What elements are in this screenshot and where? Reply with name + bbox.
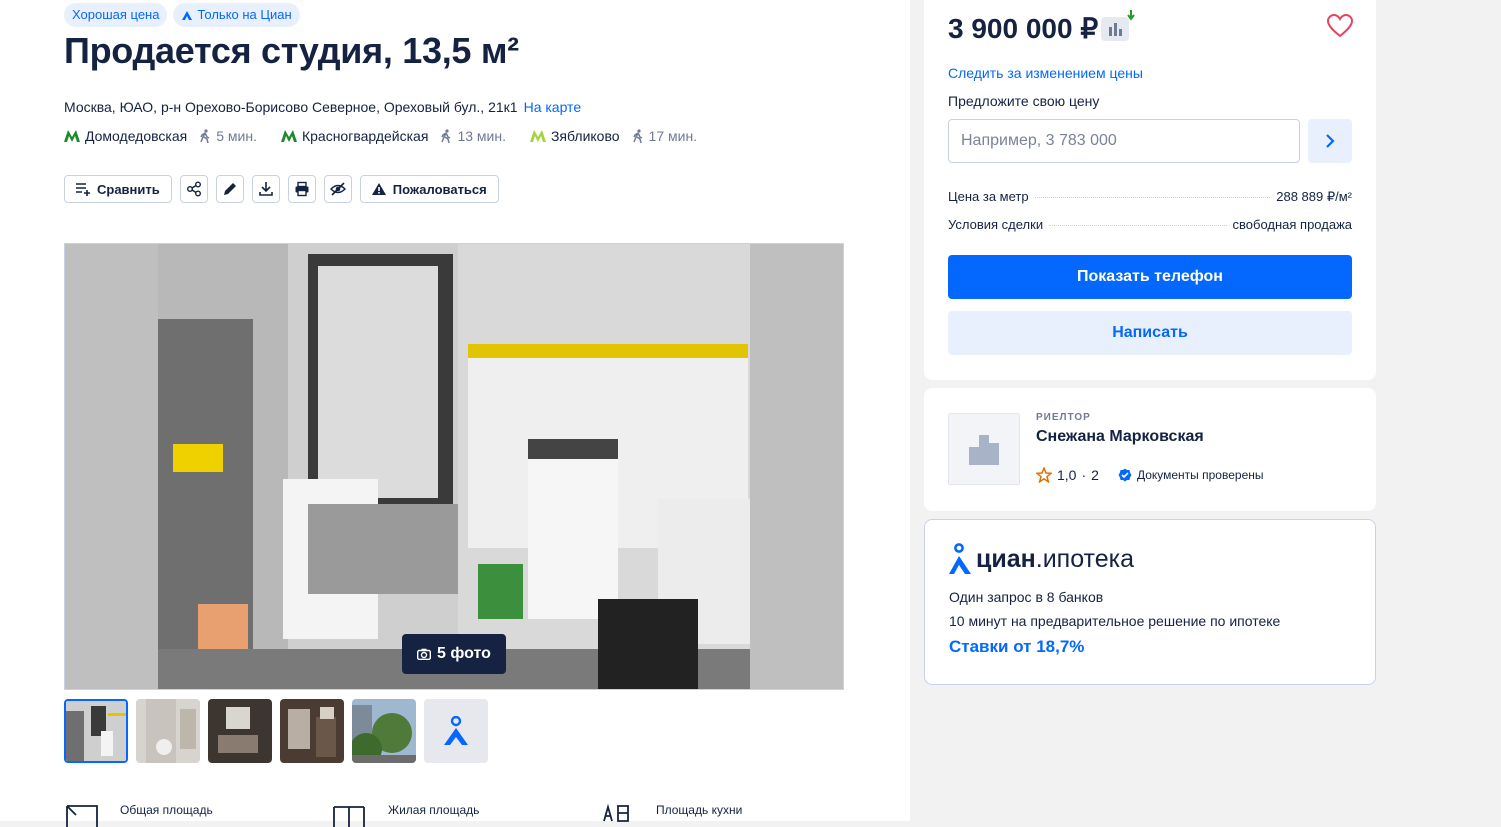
ipoteka-line2: 10 минут на предварительное решение по и… <box>949 613 1281 629</box>
fact-total-area: Общая площадь <box>64 803 332 827</box>
map-thumbnail[interactable] <box>424 699 488 763</box>
thumbnail[interactable] <box>64 699 128 763</box>
compare-icon <box>76 183 90 196</box>
price: 3 900 000 ₽ <box>948 13 1099 44</box>
fact-kitchen-area: Площадь кухни <box>600 803 868 827</box>
offer-submit-button[interactable] <box>1308 119 1352 163</box>
metro-station[interactable]: Зябликово <box>529 128 620 144</box>
documents-verified: Документы проверены <box>1118 468 1264 482</box>
total-area-icon <box>66 805 98 827</box>
building-icon <box>969 435 999 465</box>
fact-living-area: Жилая площадь <box>332 803 600 827</box>
compare-button[interactable]: Сравнить <box>64 175 172 203</box>
thumbnail[interactable] <box>352 699 416 763</box>
walk-icon <box>200 129 210 143</box>
cian-logo-icon <box>949 543 971 574</box>
agent-role: РИЕЛТОР <box>1036 412 1091 423</box>
share-icon <box>186 181 201 197</box>
metro-station[interactable]: Красногвардейская <box>280 128 428 144</box>
facts-row: Общая площадь Жилая площадь Площадь кухн… <box>64 803 868 827</box>
download-icon <box>258 182 273 196</box>
badges: Хорошая цена Только на Циан <box>64 3 300 27</box>
hide-button[interactable] <box>323 175 352 203</box>
metro-icon <box>529 130 546 142</box>
good-price-badge: Хорошая цена <box>64 3 168 27</box>
main-column: Хорошая цена Только на Циан Продается ст… <box>0 0 910 827</box>
walk-time: 5 мин. <box>199 128 257 144</box>
thumbnail[interactable] <box>208 699 272 763</box>
thumbnail[interactable] <box>280 699 344 763</box>
price-per-meter-row: Цена за метр 288 889 ₽/м² <box>948 189 1352 204</box>
walk-icon <box>441 129 451 143</box>
chevron-right-icon <box>1326 134 1335 148</box>
agent-avatar[interactable] <box>948 413 1020 485</box>
agent-name[interactable]: Снежана Марковская <box>1036 428 1204 446</box>
show-phone-button[interactable]: Показать телефон <box>948 255 1352 299</box>
main-photo <box>158 244 750 689</box>
walk-time: 17 мин. <box>632 128 697 144</box>
only-cian-badge: Только на Циан <box>173 3 300 27</box>
edit-icon <box>223 183 236 195</box>
follow-price-link[interactable]: Следить за изменением цены <box>948 65 1143 81</box>
warning-icon <box>371 183 386 195</box>
thumbnail-strip <box>64 699 488 763</box>
address-text: Москва, ЮАО, р-н Орехово-Борисово Северн… <box>64 99 518 115</box>
edit-button[interactable] <box>215 175 244 203</box>
price-history-icon[interactable] <box>1101 10 1141 42</box>
rating-separator: · <box>1081 467 1087 483</box>
complain-button[interactable]: Пожаловаться <box>359 175 499 203</box>
verified-icon <box>1118 468 1132 482</box>
kitchen-area-icon <box>603 803 629 822</box>
cian-ipoteka-logo: циан.ипотека <box>948 543 1134 575</box>
living-area-icon <box>333 806 365 827</box>
offer-label: Предложите свою цену <box>948 93 1100 109</box>
print-button[interactable] <box>287 175 316 203</box>
metro-icon <box>280 130 297 142</box>
share-button[interactable] <box>179 175 208 203</box>
hide-icon <box>329 182 346 196</box>
page-title: Продается студия, 13,5 м² <box>64 30 519 71</box>
metro-list: Домодедовская 5 мин. Красногвардейская 1… <box>64 128 721 144</box>
map-link[interactable]: На карте <box>524 99 582 115</box>
deal-conditions-row: Условия сделки свободная продажа <box>948 217 1352 232</box>
ipoteka-rate[interactable]: Ставки от 18,7% <box>949 637 1084 657</box>
photo-gallery[interactable] <box>64 243 844 690</box>
agent-meta: 1,0 · 2 Документы проверены <box>1036 467 1264 483</box>
star-icon <box>1036 467 1052 483</box>
ipoteka-line1: Один запрос в 8 банков <box>949 589 1104 605</box>
favorite-icon[interactable] <box>1327 14 1353 38</box>
download-button[interactable] <box>251 175 280 203</box>
write-button[interactable]: Написать <box>948 311 1352 355</box>
metro-station[interactable]: Домодедовская <box>64 128 187 144</box>
photo-count-button[interactable]: 5 фото <box>402 634 506 674</box>
print-icon <box>295 181 309 197</box>
agent-rating: 1,0 <box>1057 467 1077 483</box>
agent-reviews[interactable]: 2 <box>1091 467 1099 483</box>
thumbnail[interactable] <box>136 699 200 763</box>
walk-icon <box>632 129 642 143</box>
metro-icon <box>64 130 80 142</box>
cian-icon <box>182 11 193 20</box>
offer-price-input[interactable] <box>948 119 1300 163</box>
camera-icon <box>417 648 432 660</box>
map-pin-icon <box>444 716 468 745</box>
toolbar: Сравнить Пожаловаться <box>64 175 499 203</box>
address: Москва, ЮАО, р-н Орехово-Борисово Северн… <box>64 99 581 115</box>
walk-time: 13 мин. <box>440 128 506 144</box>
